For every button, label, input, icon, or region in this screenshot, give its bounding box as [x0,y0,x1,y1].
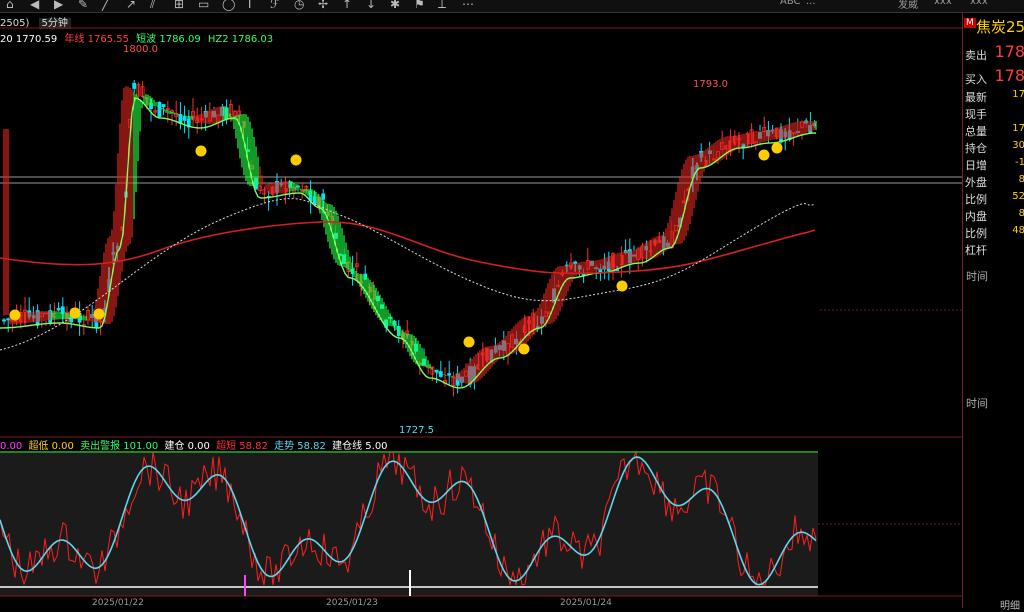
oscillator-legend: 0.00 超低 0.00 卖出警报 101.00 建仓 0.00 超短 58.8… [0,437,391,452]
osc-super-short: 超短 58.82 [216,441,268,452]
date-label-1: 2025/01/22 [92,598,144,608]
smiley-icon [93,308,105,320]
quote-row-label: 比例 [965,193,987,206]
quote-row-label: 日增 [965,159,987,172]
time-header-2: 时间 [966,397,988,410]
sell-price: 178 [994,42,1024,61]
quote-row-7: 内盘 8 [963,208,1024,224]
quote-row-9: 杠杆 [963,242,1024,258]
symbol-title: M 焦炭25 [964,16,1024,37]
quote-row-value: 52 [1012,191,1024,202]
date-label-3: 2025/01/24 [560,598,612,608]
quote-row-5: 外盘 8 [963,174,1024,190]
quote-row-2: 总量 17 [963,123,1024,139]
quote-row-label: 比例 [965,227,987,240]
candle-body [161,104,166,108]
quote-row-4: 日增 -1 [963,157,1024,173]
smiley-icon [518,343,530,355]
smiley-icon [290,154,302,166]
high-price-left: 1800.0 [123,44,158,55]
smiley-icon [9,309,21,321]
quote-row-label: 杠杆 [965,244,987,257]
osc-value-0: 0.00 [0,441,23,452]
buy-label: 买入 [965,73,987,86]
quote-row-1: 现手 [963,106,1024,122]
market-badge: M [964,18,976,28]
candle-body [321,193,326,200]
quote-row-8: 比例 48 [963,225,1024,241]
osc-build-pos: 建仓 0.00 [164,441,210,452]
quote-row-label: 最新 [965,91,987,104]
quote-row-value: -1 [1015,157,1024,168]
candle-body [157,101,162,118]
osc-sell-alert: 卖出警报 101.00 [80,441,159,452]
smiley-icon [463,336,475,348]
smiley-icon [195,145,207,157]
quote-row-label: 现手 [965,108,987,121]
quote-row-value: 17 [1012,89,1024,100]
quote-row-label: 持仓 [965,142,987,155]
osc-build-line: 建仓线 5.00 [332,441,388,452]
symbol-name: 焦炭25 [976,18,1024,36]
quote-row-value: 8 [1018,174,1024,185]
quote-row-label: 总量 [965,125,987,138]
osc-super-low: 超低 0.00 [28,441,74,452]
candle-body [438,371,443,377]
candle-body [447,373,452,376]
quote-row-value: 30 [1012,140,1024,151]
quote-row-0: 最新 17 [963,89,1024,105]
candle-body [56,308,61,311]
quote-panel: M 焦炭25 卖出 178 买入 178 最新 17 现手 总量 17 持仓 30 日增 -1 外… [962,12,1024,608]
sell-row[interactable]: 卖出 178 [963,42,1024,64]
smiley-icon [771,142,783,154]
smiley-icon [616,280,628,292]
sell-label: 卖出 [965,49,987,62]
candle-body [132,82,137,89]
candle-body [6,318,11,321]
osc-trend: 走势 58.82 [274,441,326,452]
quote-row-label: 内盘 [965,210,987,223]
smiley-icon [758,149,770,161]
quote-row-value: 8 [1018,208,1024,219]
quote-row-3: 持仓 30 [963,140,1024,156]
date-label-2: 2025/01/23 [326,598,378,608]
quote-row-6: 比例 52 [963,191,1024,207]
quote-row-value: 17 [1012,123,1024,134]
smiley-icon [69,307,81,319]
kline-chart[interactable] [0,0,962,608]
candle-body [2,319,6,322]
buy-row[interactable]: 买入 178 [963,66,1024,88]
buy-price: 178 [994,66,1024,85]
time-header-1: 时间 [966,270,988,283]
quote-row-label: 外盘 [965,176,987,189]
low-price: 1727.5 [399,425,434,436]
quote-row-value: 48 [1012,225,1024,236]
high-price-right: 1793.0 [693,79,728,90]
detail-tab[interactable]: 明细 [1000,597,1020,612]
toolbar-right-label-2[interactable]: xxx [970,0,988,7]
